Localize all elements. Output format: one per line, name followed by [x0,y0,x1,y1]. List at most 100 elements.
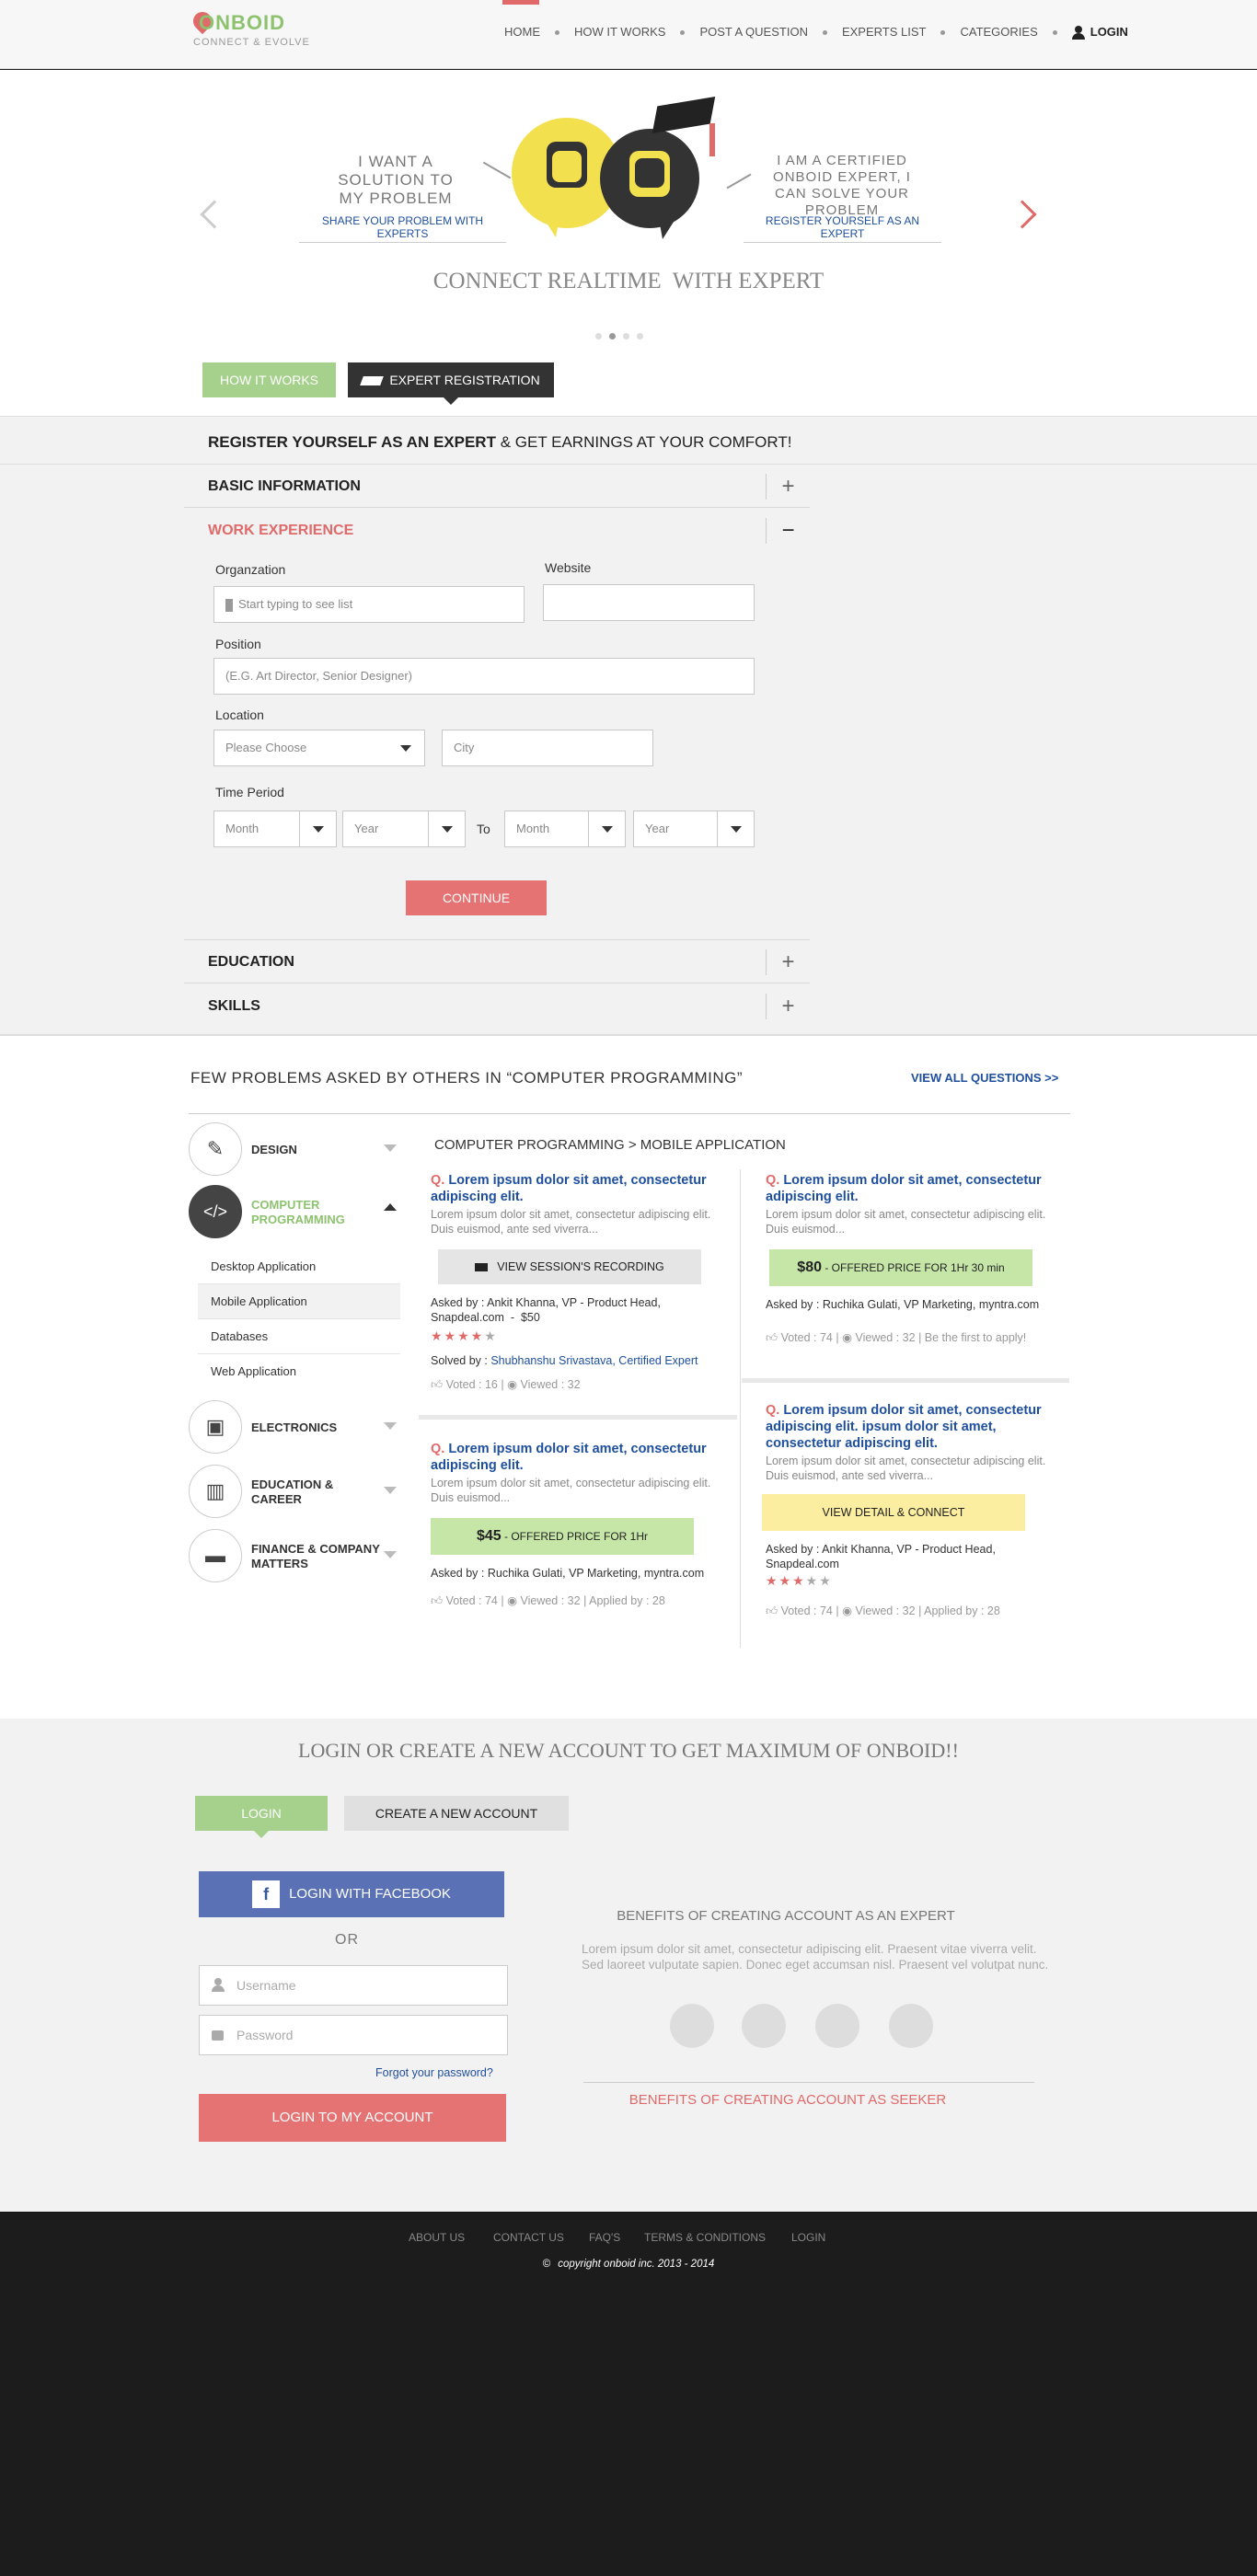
password-input[interactable]: Password [199,2015,508,2055]
view-recording-button[interactable]: VIEW SESSION'S RECORDING [438,1249,701,1284]
books-icon: ▥ [189,1465,242,1518]
slider-prev-arrow[interactable] [200,200,229,229]
position-placeholder: (E.G. Art Director, Senior Designer) [225,669,413,683]
rating-stars: ★★★★★ [766,1573,833,1588]
location-select-value: Please Choose [225,741,307,754]
question-card[interactable]: Q. Lorem ipsum dolor sit amet, consectetu… [431,1441,734,1608]
thumbs-up-icon[interactable]: 👍︎ [431,1594,443,1607]
wallet-icon: ▬ [189,1529,242,1582]
tab-create-account[interactable]: CREATE A NEW ACCOUNT [344,1796,569,1831]
start-year-value: Year [354,822,379,835]
start-year-select[interactable]: Year [342,811,466,847]
continue-button[interactable]: CONTINUE [406,880,547,915]
hero-left-line [482,161,512,179]
share-problem-link[interactable]: SHARE YOUR PROBLEM WITH EXPERTS [299,214,506,243]
nav-home[interactable]: HOME [504,25,540,40]
graduation-cap-small-icon [360,376,385,386]
category-education-label: EDUCATION & CAREER [251,1478,334,1506]
nav-post-question[interactable]: POST A QUESTION [699,25,808,40]
username-input[interactable]: Username [199,1965,508,2006]
category-finance[interactable]: ▬ FINANCE & COMPANY MATTERS [189,1529,400,1586]
slider-dot[interactable] [623,333,629,339]
expand-plus-icon[interactable]: + [766,949,810,975]
benefits-text: Lorem ipsum dolor sit amet, consectetur … [582,1942,1049,1972]
start-month-select[interactable]: Month [213,811,337,847]
website-input[interactable] [543,584,755,621]
category-education-career[interactable]: ▥ EDUCATION & CAREER [189,1465,400,1522]
problems-heading: FEW PROBLEMS ASKED BY OTHERS IN “COMPUTE… [190,1069,744,1087]
website-label: Website [545,560,592,575]
question-card[interactable]: Q. Lorem ipsum dolor sit amet, consectetu… [431,1172,734,1392]
nav-how-it-works[interactable]: HOW IT WORKS [574,25,665,40]
slider-dot[interactable] [595,333,602,339]
thumbs-up-icon[interactable]: 👍︎ [766,1604,778,1617]
first-to-apply: Be the first to apply! [924,1331,1027,1344]
organization-input[interactable]: Start typing to see list [213,586,525,623]
subcategory-web[interactable]: Web Application [198,1354,400,1389]
subcategory-databases[interactable]: Databases [198,1319,400,1354]
nav-experts-list[interactable]: EXPERTS LIST [842,25,927,40]
subcategory-mobile[interactable]: Mobile Application [198,1284,400,1319]
slider-next-arrow[interactable] [1008,200,1037,229]
expand-plus-icon[interactable]: + [766,474,810,500]
footer-login[interactable]: LOGIN [791,2231,825,2244]
registration-heading-rest: & GET EARNINGS AT YOUR COMFORT! [495,433,792,451]
site-header: ONBOID CONNECT & EVOLVE HOME HOW IT WORK… [0,0,1257,69]
question-title[interactable]: Q. Lorem ipsum dolor sit amet, consectetu… [431,1172,734,1205]
thumbs-up-icon[interactable]: 👍︎ [766,1331,778,1344]
nav-categories[interactable]: CATEGORIES [960,25,1037,40]
nav-login[interactable]: LOGIN [1090,25,1128,40]
question-card[interactable]: Q. Lorem ipsum dolor sit amet, consectetu… [766,1172,1069,1345]
eye-icon: ◉ [842,1604,852,1617]
accordion-skills[interactable]: SKILLS + [184,985,810,1028]
site-footer: ABOUT US CONTACT US FAQ'S TERMS & CONDIT… [0,2212,1257,2576]
subcategory-desktop[interactable]: Desktop Application [198,1249,400,1284]
question-title[interactable]: Q. Lorem ipsum dolor sit amet, consectetu… [766,1402,1069,1452]
question-title[interactable]: Q. Lorem ipsum dolor sit amet, consectetu… [766,1172,1069,1205]
hero-right-line [726,173,752,190]
view-all-questions-link[interactable]: VIEW ALL QUESTIONS >> [911,1071,1058,1085]
forgot-password-link[interactable]: Forgot your password? [375,2066,493,2079]
end-month-select[interactable]: Month [504,811,626,847]
start-month-value: Month [225,822,259,835]
tab-how-it-works[interactable]: HOW IT WORKS [202,362,336,397]
position-input[interactable]: (E.G. Art Director, Senior Designer) [213,658,755,695]
footer-about-us[interactable]: ABOUT US [409,2231,465,2244]
collapse-minus-icon[interactable]: − [766,518,810,544]
register-expert-link[interactable]: REGISTER YOURSELF AS AN EXPERT [744,214,941,243]
benefits-seeker-link[interactable]: BENEFITS OF CREATING ACCOUNT AS SEEKER [583,2092,992,2108]
tab-login[interactable]: LOGIN [195,1796,328,1831]
footer-faqs[interactable]: FAQ'S [589,2231,620,2244]
category-computer-programming[interactable]: </> COMPUTER PROGRAMMING [189,1185,400,1242]
accordion-education[interactable]: EDUCATION + [184,941,810,983]
city-input[interactable]: City [442,730,653,766]
accordion-basic-information[interactable]: BASIC INFORMATION + [184,466,810,508]
username-placeholder: Username [236,1978,296,1993]
nav-separator [940,29,946,35]
tab-expert-registration[interactable]: EXPERT REGISTRATION [348,362,554,397]
end-year-select[interactable]: Year [633,811,755,847]
footer-terms[interactable]: TERMS & CONDITIONS [644,2231,766,2244]
accordion-work-experience[interactable]: WORK EXPERIENCE − [184,510,810,552]
chevron-down-icon [384,1422,397,1430]
viewed-count: Viewed : 32 [855,1331,916,1344]
logo[interactable]: ONBOID CONNECT & EVOLVE [189,7,313,50]
eye-icon: ◉ [507,1594,517,1607]
slider-dot-active[interactable] [609,333,616,339]
expand-plus-icon[interactable]: + [766,994,810,1019]
category-design[interactable]: ✎ DESIGN [189,1122,400,1179]
slider-dot[interactable] [637,333,643,339]
thumbs-up-icon[interactable]: 👍︎ [431,1378,443,1391]
vertical-divider [740,1169,741,1648]
offered-price-button[interactable]: $45 - OFFERED PRICE FOR 1Hr [431,1518,694,1555]
category-electronics[interactable]: ▣ ELECTRONICS [189,1400,400,1457]
footer-contact-us[interactable]: CONTACT US [493,2231,564,2244]
location-select[interactable]: Please Choose [213,730,425,766]
offered-price-button[interactable]: $80 - OFFERED PRICE FOR 1Hr 30 min [769,1249,1032,1286]
solved-by-link[interactable]: Shubhanshu Srivastava, Certified Expert [490,1354,698,1367]
question-card[interactable]: Q. Lorem ipsum dolor sit amet, consectetu… [762,1402,1069,1618]
login-submit-button[interactable]: LOGIN TO MY ACCOUNT [199,2094,506,2142]
view-detail-connect-button[interactable]: VIEW DETAIL & CONNECT [762,1494,1025,1531]
question-title[interactable]: Q. Lorem ipsum dolor sit amet, consectetu… [431,1441,734,1474]
facebook-login-button[interactable]: f LOGIN WITH FACEBOOK [199,1871,504,1917]
